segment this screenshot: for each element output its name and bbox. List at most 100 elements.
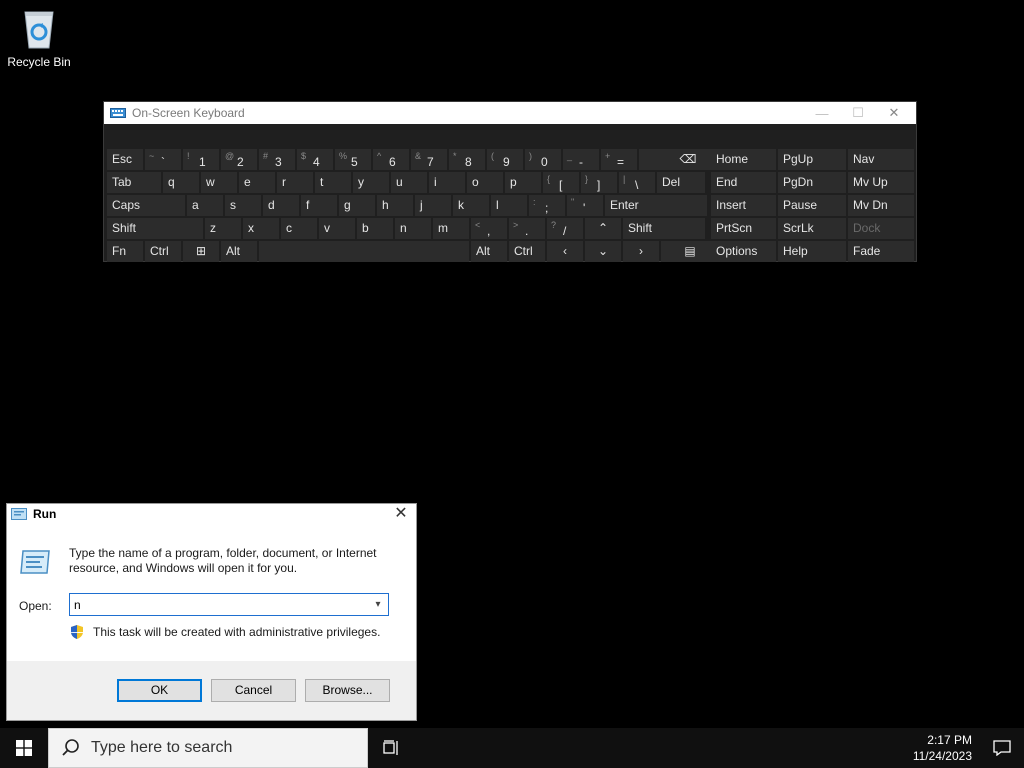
key-esc[interactable]: Esc <box>107 149 143 170</box>
key-shift[interactable]: Shift <box>107 218 203 239</box>
key-.[interactable]: >. <box>509 218 545 239</box>
key-mv-dn[interactable]: Mv Dn <box>848 195 914 216</box>
key-g[interactable]: g <box>339 195 375 216</box>
key-home[interactable]: Home <box>711 149 776 170</box>
recycle-bin-shortcut[interactable]: Recycle Bin <box>6 6 72 69</box>
key-caps[interactable]: Caps <box>107 195 185 216</box>
key-shift[interactable]: Shift <box>623 218 705 239</box>
key-7[interactable]: & 7 <box>411 149 447 170</box>
key-help[interactable]: Help <box>778 241 846 262</box>
key-nav[interactable]: Nav <box>848 149 914 170</box>
key-8[interactable]: * 8 <box>449 149 485 170</box>
key-z[interactable]: z <box>205 218 241 239</box>
ok-button[interactable]: OK <box>117 679 202 702</box>
key--[interactable]: _ - <box>563 149 599 170</box>
start-button[interactable] <box>0 728 48 768</box>
key-ctrl[interactable]: Ctrl <box>145 241 181 262</box>
key-a[interactable]: a <box>187 195 223 216</box>
key-arrow-up-icon[interactable]: ⌃ <box>585 218 621 239</box>
key-'[interactable]: " ' <box>567 195 603 216</box>
key-pause[interactable]: Pause <box>778 195 846 216</box>
key-tab[interactable]: Tab <box>107 172 161 193</box>
open-input[interactable] <box>70 594 360 615</box>
key-alt[interactable]: Alt <box>221 241 257 262</box>
key-6[interactable]: ^ 6 <box>373 149 409 170</box>
key-pgdn[interactable]: PgDn <box>778 172 846 193</box>
key-9[interactable]: (9 <box>487 149 523 170</box>
key-insert[interactable]: Insert <box>711 195 776 216</box>
action-center-button[interactable] <box>980 728 1024 768</box>
key-d[interactable]: d <box>263 195 299 216</box>
key-;[interactable]: :; <box>529 195 565 216</box>
key-w[interactable]: w <box>201 172 237 193</box>
key-alt[interactable]: Alt <box>471 241 507 262</box>
key-v[interactable]: v <box>319 218 355 239</box>
key-,[interactable]: <, <box>471 218 507 239</box>
key-f[interactable]: f <box>301 195 337 216</box>
key-b[interactable]: b <box>357 218 393 239</box>
key-e[interactable]: e <box>239 172 275 193</box>
minimize-button[interactable]: — <box>804 102 840 124</box>
key-4[interactable]: $4 <box>297 149 333 170</box>
key-shift-label: : <box>533 197 536 207</box>
key-h[interactable]: h <box>377 195 413 216</box>
key-5[interactable]: % 5 <box>335 149 371 170</box>
key-m[interactable]: m <box>433 218 469 239</box>
key-mv-up[interactable]: Mv Up <box>848 172 914 193</box>
close-button[interactable]: ✕ <box>876 102 912 124</box>
key-arrow-left-icon[interactable]: ‹ <box>547 241 583 262</box>
key-r[interactable]: r <box>277 172 313 193</box>
task-view-button[interactable] <box>376 728 408 768</box>
key-y[interactable]: y <box>353 172 389 193</box>
open-combobox[interactable]: ▾ <box>69 593 389 616</box>
key-o[interactable]: o <box>467 172 503 193</box>
key-prtscn[interactable]: PrtScn <box>711 218 776 239</box>
key-fn[interactable]: Fn <box>107 241 143 262</box>
key-shift-label: < <box>475 220 481 230</box>
key-`[interactable]: ~ ` <box>145 149 181 170</box>
taskbar-clock[interactable]: 2:17 PM 11/24/2023 <box>892 732 972 764</box>
key-c[interactable]: c <box>281 218 317 239</box>
key-0[interactable]: ) 0 <box>525 149 561 170</box>
key-arrow-down-icon[interactable]: ⌄ <box>585 241 621 262</box>
key-=[interactable]: + = <box>601 149 637 170</box>
key-ctrl[interactable]: Ctrl <box>509 241 545 262</box>
key-x[interactable]: x <box>243 218 279 239</box>
key-t[interactable]: t <box>315 172 351 193</box>
osk-titlebar[interactable]: On-Screen Keyboard — ☐ ✕ <box>104 102 916 124</box>
key-shift-label: % <box>339 151 348 161</box>
key-s[interactable]: s <box>225 195 261 216</box>
key-windows-logo-icon[interactable]: ⊞ <box>183 241 219 262</box>
key-/[interactable]: ? / <box>547 218 583 239</box>
key-scrlk[interactable]: ScrLk <box>778 218 846 239</box>
maximize-button[interactable]: ☐ <box>840 102 876 124</box>
key-options[interactable]: Options <box>711 241 776 262</box>
key-pgup[interactable]: PgUp <box>778 149 846 170</box>
key-1[interactable]: ! 1 <box>183 149 219 170</box>
key-del[interactable]: Del <box>657 172 705 193</box>
key-k[interactable]: k <box>453 195 489 216</box>
key-[[interactable]: {[ <box>543 172 579 193</box>
key-enter[interactable]: Enter <box>605 195 707 216</box>
key-u[interactable]: u <box>391 172 427 193</box>
key-end[interactable]: End <box>711 172 776 193</box>
cancel-button[interactable]: Cancel <box>211 679 296 702</box>
browse-button[interactable]: Browse... <box>305 679 390 702</box>
key-n[interactable]: n <box>395 218 431 239</box>
chevron-down-icon[interactable]: ▾ <box>370 596 386 613</box>
key-arrow-right-icon[interactable]: › <box>623 241 659 262</box>
key-i[interactable]: i <box>429 172 465 193</box>
run-titlebar[interactable]: Run ✕ <box>7 504 416 524</box>
key-j[interactable]: j <box>415 195 451 216</box>
space-bar-key[interactable] <box>259 241 469 262</box>
key-l[interactable]: l <box>491 195 527 216</box>
key-q[interactable]: q <box>163 172 199 193</box>
key-fade[interactable]: Fade <box>848 241 914 262</box>
key-][interactable]: }] <box>581 172 617 193</box>
key-2[interactable]: @2 <box>221 149 257 170</box>
key-backslash[interactable]: | \ <box>619 172 655 193</box>
run-close-button[interactable]: ✕ <box>390 504 412 524</box>
key-3[interactable]: #3 <box>259 149 295 170</box>
taskbar-search-box[interactable]: Type here to search <box>48 728 368 768</box>
key-p[interactable]: p <box>505 172 541 193</box>
